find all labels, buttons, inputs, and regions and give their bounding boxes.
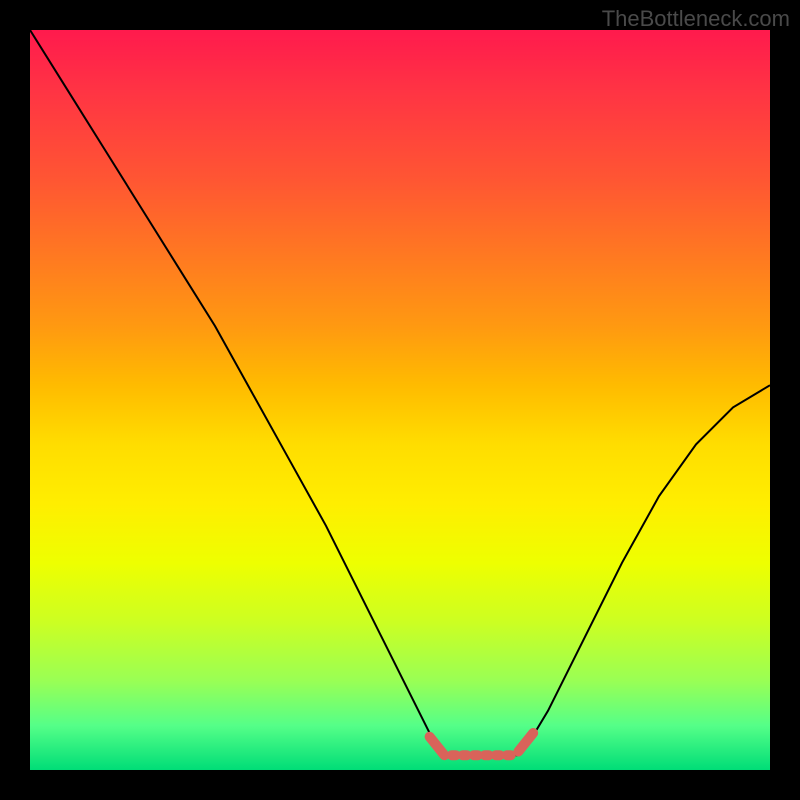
chart-svg bbox=[30, 30, 770, 770]
optimal-segment-right bbox=[518, 733, 533, 752]
bottleneck-curve bbox=[30, 30, 770, 755]
plot-area bbox=[30, 30, 770, 770]
optimal-segment-left bbox=[430, 737, 445, 756]
watermark-text: TheBottleneck.com bbox=[602, 6, 790, 32]
chart-container: TheBottleneck.com bbox=[0, 0, 800, 800]
